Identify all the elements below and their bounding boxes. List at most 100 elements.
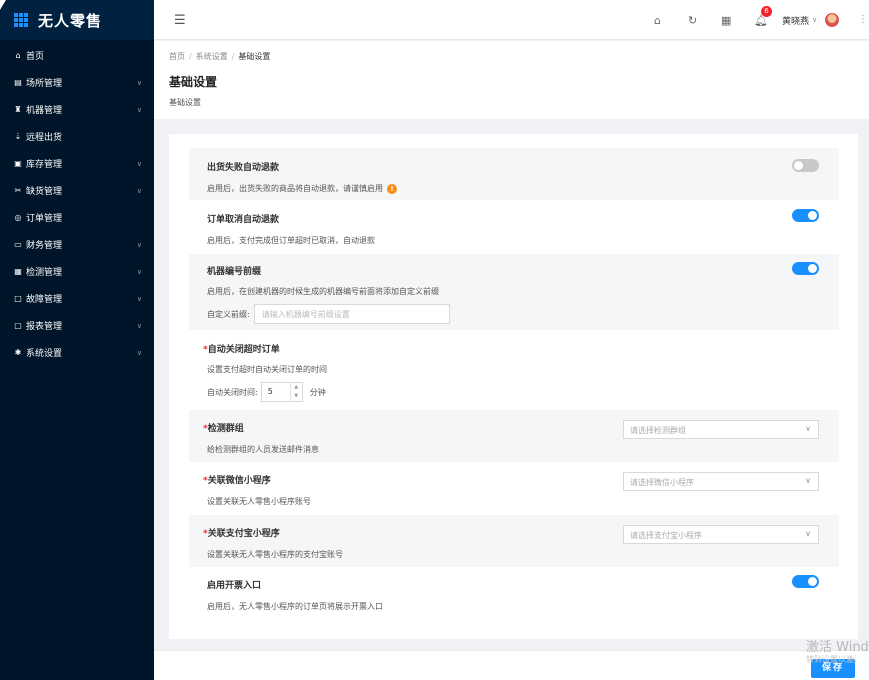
report-icon: ▢ [14, 321, 22, 330]
setting-machine-prefix: 机器编号前缀 启用后，在创建机器的时候生成的机器编号前面将添加自定义前缀 自定义… [189, 254, 839, 330]
sidebar-item-settings[interactable]: ✱ 系统设置 ∨ [0, 339, 154, 366]
more-vertical-icon[interactable]: ⋮ [858, 14, 868, 25]
activation-watermark: 激活 Windows [806, 640, 869, 655]
prefix-field-label: 自定义前缀: [207, 309, 250, 319]
refresh-icon[interactable]: ↻ [688, 14, 697, 27]
auto-close-unit: 分钟 [309, 387, 326, 397]
auto-close-field-label: 自动关闭时间: [207, 387, 258, 397]
setting-invoice: 启用开票入口 启用后，无人零售小程序的订单页将展示开票入口 [189, 568, 839, 620]
breadcrumb-system-settings[interactable]: 系统设置 [196, 52, 228, 61]
home-icon: ⌂ [15, 51, 21, 60]
setting-desc: 设置支付超时自动关闭订单的时间 [207, 365, 327, 374]
setting-desc: 设置关联无人零售小程序的支付宝账号 [207, 550, 343, 559]
chevron-down-icon: ∨ [136, 78, 142, 87]
setting-desc: 启用后，无人零售小程序的订单页将展示开票入口 [207, 602, 383, 611]
prefix-input[interactable]: 请输入机器编号前缀设置 [253, 304, 450, 324]
remote-ship-icon: ⇣ [14, 132, 22, 141]
chevron-down-icon: ∨ [136, 267, 142, 276]
sidebar-item-finance[interactable]: ▭ 财务管理 ∨ [0, 231, 154, 258]
inventory-icon: ▣ [14, 159, 22, 168]
setting-desc: 启用后，支付完成但订单超时已取消，自动退款 [207, 236, 375, 245]
setting-cancel-refund: 订单取消自动退款 启用后，支付完成但订单超时已取消，自动退款 [189, 200, 839, 252]
sidebar-item-label: 报表管理 [26, 322, 63, 332]
shortage-icon: ✂ [14, 186, 22, 195]
select-placeholder: 请选择支付宝小程序 [630, 531, 702, 540]
alipay-mini-select[interactable]: 请选择支付宝小程序 ∨ [623, 525, 819, 544]
machine-prefix-toggle[interactable] [792, 262, 819, 275]
auto-close-number-input[interactable]: 5 ▲ ▼ [260, 382, 303, 402]
page-header: 首页 / 系统设置 / 基础设置 基础设置 基础设置 [154, 41, 869, 119]
order-icon: ◎ [14, 213, 22, 222]
app-grid-icon [14, 13, 28, 27]
app-logo[interactable]: 无人零售 [0, 0, 154, 40]
sidebar-item-label: 库存管理 [26, 160, 63, 170]
sidebar-item-inspection[interactable]: ▦ 检测管理 ∨ [0, 258, 154, 285]
finance-icon: ▭ [14, 240, 22, 249]
setting-desc: 启用后，在创建机器的时候生成的机器编号前面将添加自定义前缀 [207, 287, 439, 296]
fault-icon: □ [14, 294, 22, 303]
sidebar-item-venue[interactable]: ▤ 场所管理 ∨ [0, 69, 154, 96]
mouse-cursor-icon [0, 0, 6, 10]
chevron-down-icon: ∨ [136, 321, 142, 330]
sidebar: 无人零售 ⌂ 首页 ▤ 场所管理 ∨ ♜ 机器管理 ∨ ⇣ 远程出货 ▣ 库存管理 ∨ ✂ 缺货管理 ∨ ◎ 订单… [0, 0, 154, 680]
machine-icon: ♜ [14, 105, 22, 114]
sidebar-item-machine[interactable]: ♜ 机器管理 ∨ [0, 96, 154, 123]
notification-badge: 6 [761, 6, 772, 17]
setting-auto-refund-fail: 出货失败自动退款 启用后，出货失败的商品将自动退款，请谨慎启用! [189, 148, 839, 200]
settings-icon: ✱ [14, 348, 22, 357]
chevron-down-icon: ∨ [805, 476, 811, 485]
auto-close-value: 5 [267, 387, 273, 396]
top-header: ☰ ⌂ ↻ ▦ 🔔︎ 6 黄晓燕 ∨ ⋮ [154, 0, 869, 40]
chevron-down-icon: ∨ [812, 16, 818, 24]
sidebar-item-fault[interactable]: □ 故障管理 ∨ [0, 285, 154, 312]
footer-bar: 保存 [154, 650, 869, 680]
venue-icon: ▤ [14, 78, 22, 87]
inspection-icon: ▦ [14, 267, 22, 276]
auto-refund-fail-toggle[interactable] [792, 159, 819, 172]
apps-icon[interactable]: ▦ [721, 14, 731, 27]
breadcrumb-home[interactable]: 首页 [169, 52, 185, 61]
page-subtitle: 基础设置 [169, 98, 201, 107]
sidebar-item-remote-ship[interactable]: ⇣ 远程出货 [0, 123, 154, 150]
setting-title: 机器编号前缀 [207, 267, 262, 277]
invoice-toggle[interactable] [792, 575, 819, 588]
setting-auto-close: *自动关闭超时订单 设置支付超时自动关闭订单的时间 自动关闭时间: 5 ▲ ▼ 分… [189, 332, 839, 408]
settings-card: 出货失败自动退款 启用后，出货失败的商品将自动退款，请谨慎启用! 订单取消自动退… [169, 134, 858, 639]
setting-desc: 启用后，出货失败的商品将自动退款，请谨慎启用 [207, 184, 383, 193]
sidebar-item-home[interactable]: ⌂ 首页 [0, 42, 154, 69]
sidebar-item-label: 场所管理 [26, 79, 63, 89]
chevron-down-icon: ∨ [136, 186, 142, 195]
chevron-down-icon: ∨ [136, 294, 142, 303]
wechat-mini-select[interactable]: 请选择微信小程序 ∨ [623, 472, 819, 491]
user-name: 黄晓燕 [782, 16, 810, 27]
sidebar-item-inventory[interactable]: ▣ 库存管理 ∨ [0, 150, 154, 177]
setting-title: 关联支付宝小程序 [207, 529, 280, 539]
home-icon[interactable]: ⌂ [654, 14, 661, 27]
avatar[interactable] [825, 13, 840, 27]
setting-title: 出货失败自动退款 [207, 163, 280, 173]
menu-toggle-icon[interactable]: ☰ [174, 13, 186, 28]
setting-title: 订单取消自动退款 [207, 215, 280, 225]
user-menu[interactable]: 黄晓燕 ∨ [782, 13, 840, 27]
breadcrumb: 首页 / 系统设置 / 基础设置 [169, 52, 271, 61]
setting-alipay-mini: *关联支付宝小程序 设置关联无人零售小程序的支付宝账号 请选择支付宝小程序 ∨ [189, 515, 839, 567]
sidebar-item-order[interactable]: ◎ 订单管理 [0, 204, 154, 231]
cancel-refund-toggle[interactable] [792, 209, 819, 222]
sidebar-menu: ⌂ 首页 ▤ 场所管理 ∨ ♜ 机器管理 ∨ ⇣ 远程出货 ▣ 库存管理 ∨ ✂ 缺货管理 ∨ ◎ 订单管理 ▭ 财务… [0, 42, 154, 366]
chevron-down-icon: ∨ [136, 348, 142, 357]
setting-title: 启用开票入口 [207, 581, 262, 591]
page-title: 基础设置 [169, 75, 218, 89]
sidebar-item-label: 检测管理 [26, 268, 63, 278]
chevron-down-icon: ∨ [805, 424, 811, 433]
sidebar-item-report[interactable]: ▢ 报表管理 ∨ [0, 312, 154, 339]
sidebar-item-label: 财务管理 [26, 241, 63, 251]
sidebar-item-label: 机器管理 [26, 106, 63, 116]
number-stepper[interactable]: ▲ ▼ [289, 383, 302, 401]
setting-title: 检测群组 [207, 424, 244, 434]
setting-wechat-mini: *关联微信小程序 设置关联无人零售小程序账号 请选择微信小程序 ∨ [189, 462, 839, 514]
sidebar-item-shortage[interactable]: ✂ 缺货管理 ∨ [0, 177, 154, 204]
breadcrumb-current: 基础设置 [238, 52, 271, 61]
inspection-group-select[interactable]: 请选择检测群组 ∨ [623, 420, 819, 439]
sidebar-item-label: 订单管理 [26, 214, 63, 224]
app-title: 无人零售 [38, 11, 103, 30]
